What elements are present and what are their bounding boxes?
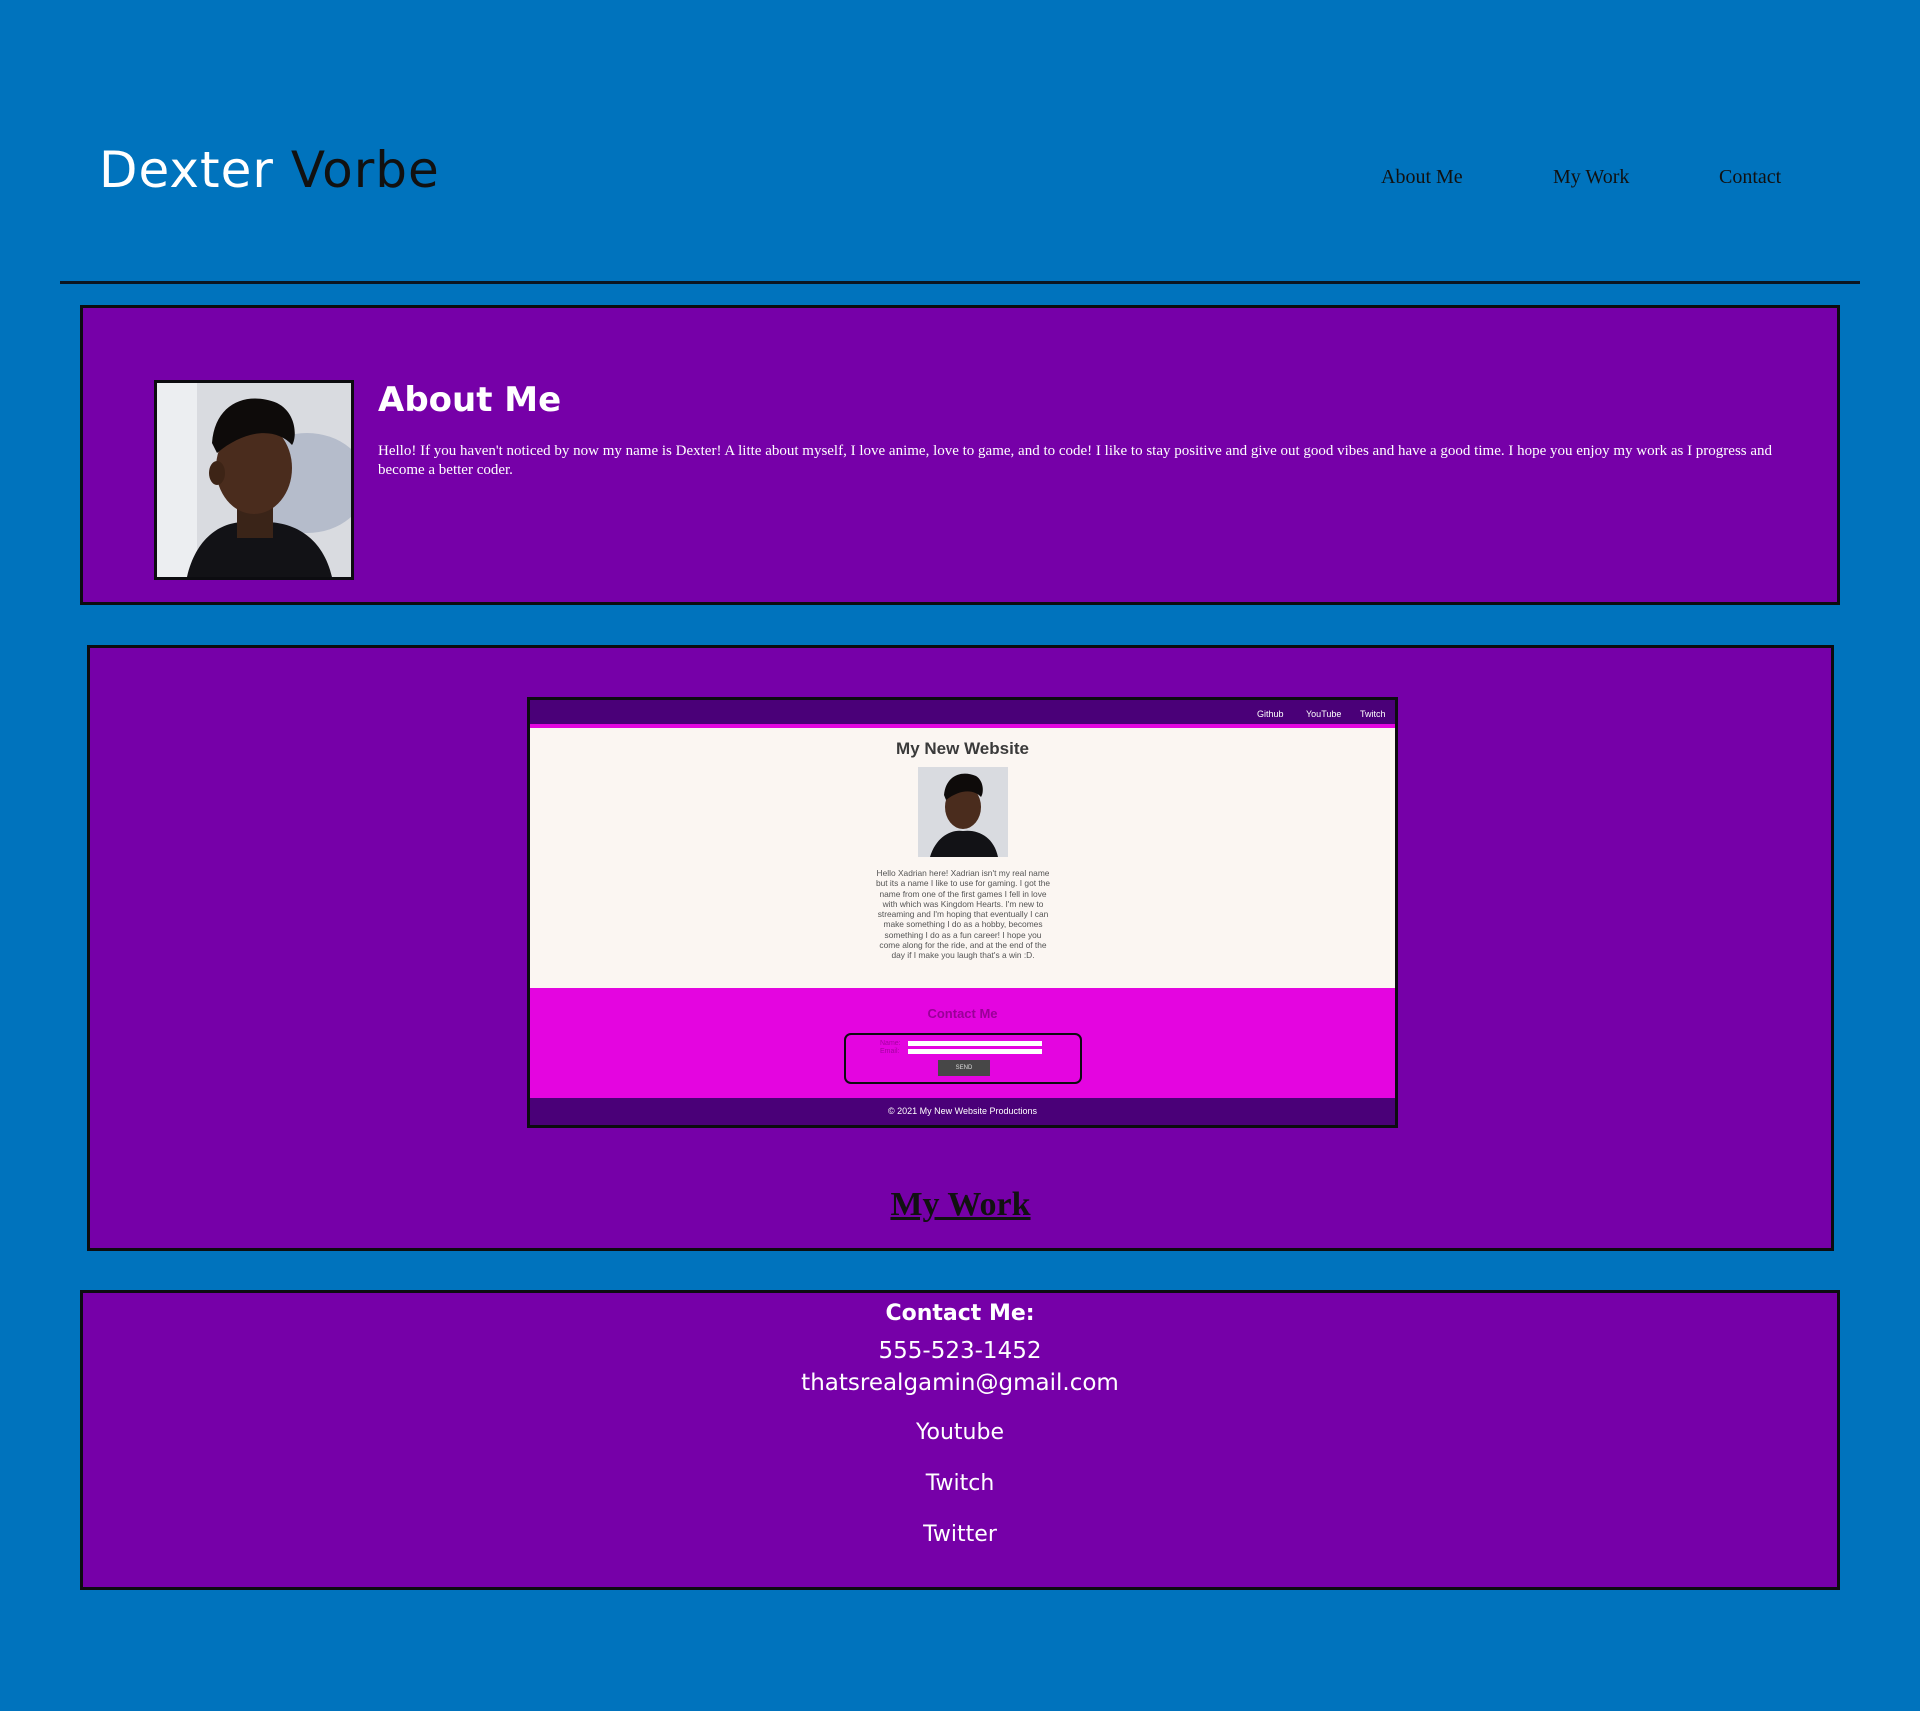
work-section: Github YouTube Twitch My New Website Hel… bbox=[87, 645, 1834, 1251]
preview-email-label: Email: bbox=[880, 1048, 900, 1055]
main-nav: About Me My Work Contact bbox=[0, 166, 1920, 196]
preview-text: Hello Xadrian here! Xadrian isn't my rea… bbox=[875, 868, 1051, 961]
preview-profile-photo bbox=[918, 767, 1008, 857]
preview-name-field bbox=[908, 1041, 1042, 1046]
preview-nav-github: Github bbox=[1257, 709, 1284, 719]
contact-phone: 555-523-1452 bbox=[878, 1338, 1042, 1364]
preview-footer-text: © 2021 My New Website Productions bbox=[887, 1106, 1038, 1116]
contact-section: Contact Me: 555-523-1452 thatsrealgamin@… bbox=[80, 1290, 1840, 1590]
profile-photo bbox=[154, 380, 354, 580]
preview-title: My New Website bbox=[896, 739, 1029, 758]
website-preview-screenshot[interactable]: Github YouTube Twitch My New Website Hel… bbox=[527, 697, 1398, 1128]
preview-name-label: Name: bbox=[880, 1040, 901, 1047]
preview-footer: © 2021 My New Website Productions bbox=[530, 1098, 1395, 1125]
preview-nav: Github YouTube Twitch bbox=[530, 700, 1395, 728]
preview-contact-section: Contact Me Name: Email: SEND bbox=[530, 988, 1395, 1098]
contact-email[interactable]: thatsrealgamin@gmail.com bbox=[83, 1370, 1837, 1396]
preview-contact-form: Name: Email: SEND bbox=[844, 1033, 1082, 1084]
twitter-link[interactable]: Twitter bbox=[83, 1522, 1837, 1547]
nav-contact[interactable]: Contact bbox=[1719, 166, 1781, 189]
nav-about-me[interactable]: About Me bbox=[1381, 166, 1463, 189]
contact-title: Contact Me: bbox=[885, 1301, 1035, 1326]
preview-nav-twitch: Twitch bbox=[1360, 709, 1386, 719]
about-section: About Me Hello! If you haven't noticed b… bbox=[80, 305, 1840, 605]
nav-my-work[interactable]: My Work bbox=[1553, 166, 1629, 189]
header-divider bbox=[60, 281, 1860, 284]
about-title: About Me bbox=[378, 380, 562, 420]
preview-contact-title: Contact Me bbox=[927, 1006, 998, 1021]
my-work-link[interactable]: My Work bbox=[90, 1186, 1831, 1224]
twitch-link[interactable]: Twitch bbox=[83, 1471, 1837, 1496]
site-header: Dexter Vorbe About Me My Work Contact bbox=[0, 0, 1920, 285]
preview-send-button: SEND bbox=[938, 1060, 990, 1076]
preview-email-field bbox=[908, 1049, 1042, 1054]
about-text: Hello! If you haven't noticed by now my … bbox=[378, 443, 1773, 478]
youtube-link[interactable]: Youtube bbox=[83, 1420, 1837, 1445]
preview-nav-youtube: YouTube bbox=[1306, 709, 1342, 719]
